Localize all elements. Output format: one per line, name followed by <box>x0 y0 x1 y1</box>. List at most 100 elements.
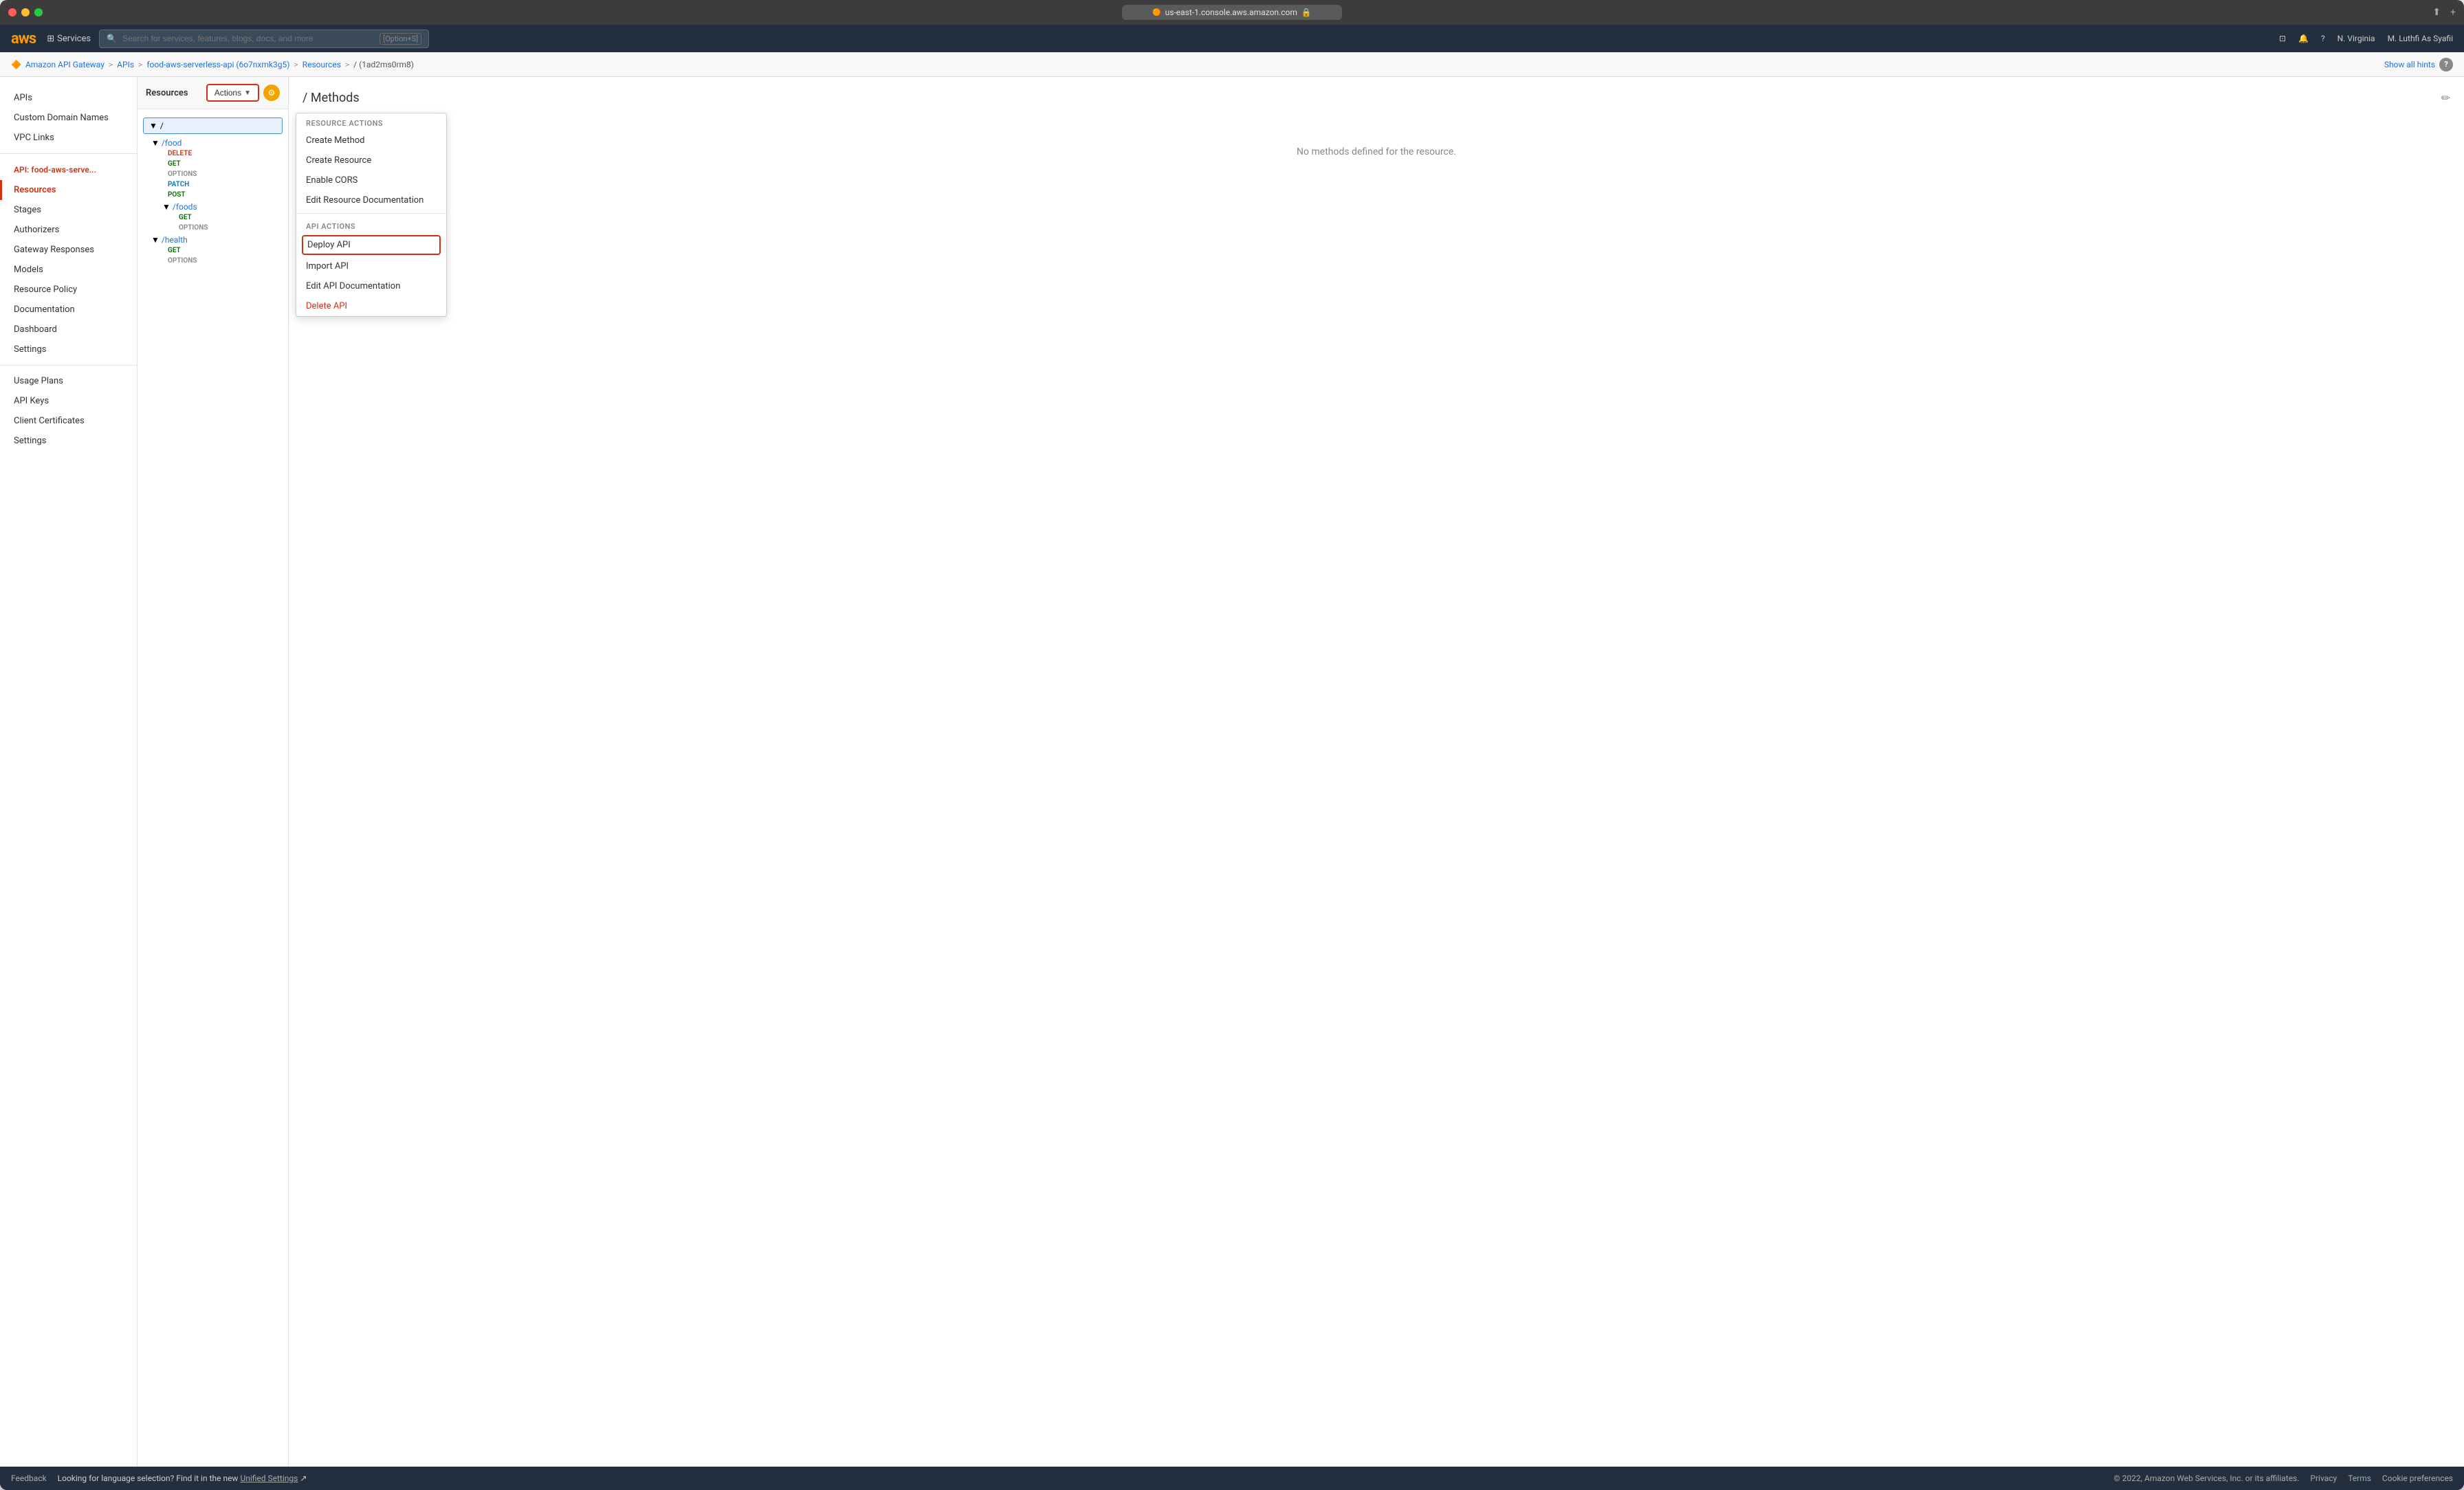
food-post-method[interactable]: POST <box>165 190 188 199</box>
food-options-method[interactable]: OPTIONS <box>165 170 199 179</box>
foods-arrow: ▼ <box>162 202 170 212</box>
sidebar-item-settings-api[interactable]: Settings <box>0 340 137 359</box>
sidebar-item-dashboard[interactable]: Dashboard <box>0 320 137 340</box>
api-name-value: food-aws-serve... <box>31 165 96 175</box>
sidebar-item-api-keys[interactable]: API Keys <box>0 391 137 411</box>
api-actions-label: API ACTIONS <box>296 216 446 234</box>
service-logo-icon: 🔶 <box>11 60 21 69</box>
url-bar[interactable]: 🟠 us-east-1.console.aws.amazon.com 🔒 <box>1122 5 1342 20</box>
search-icon: 🔍 <box>107 34 117 43</box>
breadcrumb-api-name[interactable]: food-aws-serverless-api (6o7nxmk3g5) <box>146 60 289 69</box>
user-menu[interactable]: M. Luthfi As Syafii <box>2388 34 2453 43</box>
sep1: > <box>109 60 113 69</box>
unified-settings-link[interactable]: Unified Settings <box>240 1474 298 1483</box>
feedback-link[interactable]: Feedback <box>11 1474 47 1483</box>
terminal-icon[interactable]: ⊡ <box>2279 34 2286 43</box>
nav-right: ⊡ 🔔 ? N. Virginia M. Luthfi As Syafii <box>2279 34 2453 43</box>
sidebar-item-client-certs[interactable]: Client Certificates <box>0 411 137 431</box>
sidebar-item-resources[interactable]: Resources <box>0 180 137 200</box>
sidebar: APIs Custom Domain Names VPC Links API: … <box>0 77 138 1467</box>
sep2: > <box>138 60 142 69</box>
edit-api-docs-item[interactable]: Edit API Documentation <box>296 276 446 296</box>
sidebar-item-settings[interactable]: Settings <box>0 431 137 451</box>
health-get-method[interactable]: GET <box>165 246 184 255</box>
create-method-item[interactable]: Create Method <box>296 131 446 151</box>
grid-icon: ⊞ <box>47 34 54 44</box>
app-window: 🟠 us-east-1.console.aws.amazon.com 🔒 ⬆ +… <box>0 0 2464 1490</box>
enable-cors-item[interactable]: Enable CORS <box>296 170 446 190</box>
maximize-button[interactable] <box>34 8 43 16</box>
sidebar-item-authorizers[interactable]: Authorizers <box>0 220 137 240</box>
tree-foods-node: ▼ /foods GET OPTIONS <box>138 201 288 234</box>
api-section-label: API: food-aws-serve... <box>0 159 137 180</box>
close-button[interactable] <box>8 8 16 16</box>
main-layout: APIs Custom Domain Names VPC Links API: … <box>0 77 2464 1467</box>
actions-label: Actions <box>214 88 241 98</box>
privacy-link[interactable]: Privacy <box>2310 1474 2337 1483</box>
foods-options-method[interactable]: OPTIONS <box>176 223 210 232</box>
lock-icon: 🔒 <box>1301 8 1312 17</box>
terms-link[interactable]: Terms <box>2348 1474 2371 1483</box>
health-methods: GET OPTIONS <box>151 245 283 265</box>
no-methods-text: No methods defined for the resource. <box>302 146 2450 157</box>
delete-api-item[interactable]: Delete API <box>296 296 446 316</box>
health-options-method[interactable]: OPTIONS <box>165 256 199 265</box>
show-all-hints-link[interactable]: Show all hints <box>2384 60 2435 69</box>
share-icon[interactable]: ⬆ <box>2432 7 2441 18</box>
food-delete-method[interactable]: DELETE <box>165 149 195 158</box>
help-circle-icon[interactable]: ? <box>2439 58 2453 71</box>
search-input[interactable] <box>122 34 374 43</box>
food-path[interactable]: /food <box>162 138 182 148</box>
sidebar-item-documentation[interactable]: Documentation <box>0 300 137 320</box>
foods-get-method[interactable]: GET <box>176 213 195 222</box>
region-selector[interactable]: N. Virginia <box>2338 34 2375 43</box>
cookie-prefs-link[interactable]: Cookie preferences <box>2382 1474 2453 1483</box>
import-api-item[interactable]: Import API <box>296 256 446 276</box>
methods-header: / Methods ✏ <box>302 91 2450 105</box>
sidebar-item-models[interactable]: Models <box>0 260 137 280</box>
sidebar-item-gateway-responses[interactable]: Gateway Responses <box>0 240 137 260</box>
actions-dropdown: RESOURCE ACTIONS Create Method Create Re… <box>296 113 447 317</box>
services-menu[interactable]: ⊞ Services <box>47 34 91 44</box>
help-icon[interactable]: ? <box>2321 34 2325 43</box>
minimize-button[interactable] <box>21 8 30 16</box>
resource-tree: ▼ / ▼ /food DELETE GET OPTIONS PATCH <box>138 109 288 272</box>
edit-icon[interactable]: ✏ <box>2441 91 2450 104</box>
create-resource-item[interactable]: Create Resource <box>296 151 446 170</box>
food-get-method[interactable]: GET <box>165 159 184 168</box>
bell-icon[interactable]: 🔔 <box>2298 34 2309 43</box>
aws-navbar: aws ⊞ Services 🔍 [Option+S] ⊡ 🔔 ? N. Vir… <box>0 25 2464 52</box>
tree-root-item[interactable]: ▼ / <box>143 118 283 134</box>
food-patch-method[interactable]: PATCH <box>165 180 192 189</box>
tree-root-path: / <box>160 121 164 131</box>
tree-food-node: ▼ /food DELETE GET OPTIONS PATCH POST <box>138 137 288 201</box>
services-label: Services <box>57 34 91 44</box>
food-methods: DELETE GET OPTIONS PATCH POST <box>151 148 283 199</box>
breadcrumb-service[interactable]: Amazon API Gateway <box>25 60 104 69</box>
resources-tree-panel: Resources Actions ▼ ⚙ ▼ <box>138 77 289 1467</box>
search-bar[interactable]: 🔍 [Option+S] <box>99 30 429 48</box>
resources-panel-header: Resources Actions ▼ ⚙ <box>138 77 288 109</box>
sidebar-item-custom-domain[interactable]: Custom Domain Names <box>0 108 137 128</box>
resource-actions-label: RESOURCE ACTIONS <box>296 113 446 131</box>
sidebar-item-stages[interactable]: Stages <box>0 200 137 220</box>
breadcrumb-section[interactable]: Resources <box>302 60 341 69</box>
sidebar-item-usage-plans[interactable]: Usage Plans <box>0 371 137 391</box>
foods-path[interactable]: /foods <box>173 202 197 212</box>
new-tab-icon[interactable]: + <box>2450 7 2456 18</box>
api-label: API: <box>14 165 31 175</box>
sidebar-item-apis[interactable]: APIs <box>0 88 137 108</box>
actions-button[interactable]: Actions ▼ <box>206 84 259 102</box>
content-area: Resources Actions ▼ ⚙ ▼ <box>138 77 2464 1467</box>
sidebar-item-vpc-links[interactable]: VPC Links <box>0 128 137 148</box>
edit-resource-docs-item[interactable]: Edit Resource Documentation <box>296 190 446 210</box>
deploy-api-item[interactable]: Deploy API <box>302 235 441 255</box>
breadcrumb-apis[interactable]: APIs <box>117 60 134 69</box>
methods-panel: / Methods ✏ No methods defined for the r… <box>289 77 2464 1467</box>
titlebar: 🟠 us-east-1.console.aws.amazon.com 🔒 ⬆ + <box>0 0 2464 25</box>
sidebar-item-resource-policy[interactable]: Resource Policy <box>0 280 137 300</box>
settings-gear-icon[interactable]: ⚙ <box>263 85 280 101</box>
health-path[interactable]: /health <box>162 235 188 245</box>
sep3: > <box>294 60 298 69</box>
copyright-text: © 2022, Amazon Web Services, Inc. or its… <box>2113 1474 2299 1483</box>
